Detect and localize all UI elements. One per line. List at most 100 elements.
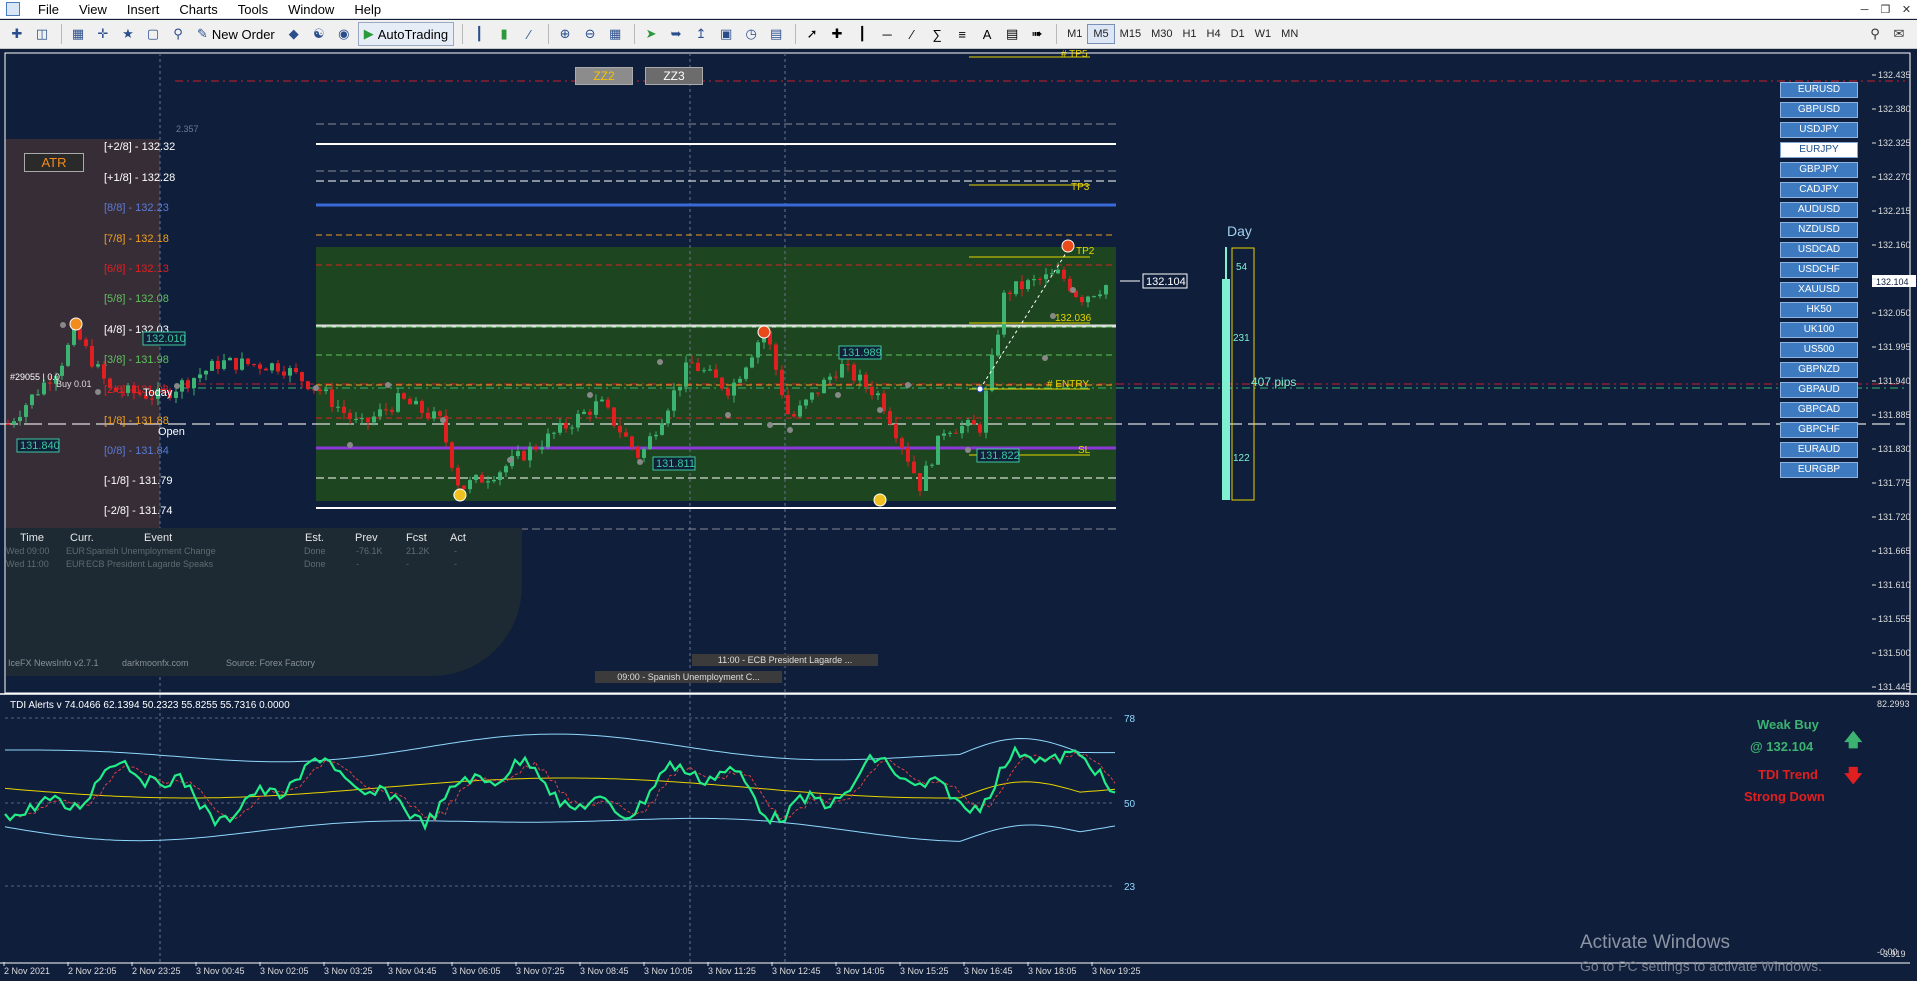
search-icon[interactable]: ⚲ <box>1864 22 1886 46</box>
bar-chart-icon[interactable]: ┃ <box>468 22 490 46</box>
menu-insert[interactable]: Insert <box>117 0 170 19</box>
menu-tools[interactable]: Tools <box>228 0 278 19</box>
zoom-out-icon[interactable]: ⊖ <box>579 22 601 46</box>
zigzag-point <box>587 392 593 398</box>
new-chart-icon[interactable]: ✚ <box>6 22 28 46</box>
menu-charts[interactable]: Charts <box>169 0 227 19</box>
timeframe-d1[interactable]: D1 <box>1226 24 1250 44</box>
menu-file[interactable]: File <box>28 0 69 19</box>
symbol-usdcad[interactable]: USDCAD <box>1780 242 1858 258</box>
candle-bull <box>942 433 946 436</box>
menu-view[interactable]: View <box>69 0 117 19</box>
menu-window[interactable]: Window <box>278 0 344 19</box>
symbol-gbpusd[interactable]: GBPUSD <box>1780 102 1858 118</box>
candle-bull <box>24 405 28 417</box>
timeframe-h4[interactable]: H4 <box>1202 24 1226 44</box>
data-window-icon[interactable]: ✛ <box>92 22 114 46</box>
autotrading-label: AutoTrading <box>377 26 449 42</box>
symbol-euraud[interactable]: EURAUD <box>1780 442 1858 458</box>
vps-icon[interactable]: ◉ <box>333 22 355 46</box>
terminal-icon[interactable]: ▢ <box>142 22 164 46</box>
candle-bull <box>192 378 196 389</box>
timeframe-m15[interactable]: M15 <box>1115 24 1146 44</box>
navigator-icon[interactable]: ★ <box>117 22 139 46</box>
candle-bear <box>216 360 220 369</box>
price-chart[interactable]: [+2/8] - 132.32 [+1/8] - 132.28 [8/8] - 13… <box>0 50 1917 981</box>
symbol-uk100[interactable]: UK100 <box>1780 322 1858 338</box>
channel-icon[interactable]: ∑ <box>926 22 948 46</box>
timeframe-m1[interactable]: M1 <box>1062 24 1087 44</box>
profiles-icon[interactable]: ◫ <box>31 22 53 46</box>
chat-icon[interactable]: ✉ <box>1888 22 1910 46</box>
vertical-line-icon[interactable]: ┃ <box>851 22 873 46</box>
zz2-button[interactable]: ZZ2 <box>575 67 633 85</box>
trendline-icon[interactable]: ∕ <box>901 22 923 46</box>
symbol-cadjpy[interactable]: CADJPY <box>1780 182 1858 198</box>
timeframe-w1[interactable]: W1 <box>1250 24 1277 44</box>
zigzag-marker <box>873 493 887 507</box>
symbol-gbpchf[interactable]: GBPCHF <box>1780 422 1858 438</box>
symbol-usdjpy[interactable]: USDJPY <box>1780 122 1858 138</box>
minimize-icon[interactable]: ─ <box>1854 0 1875 19</box>
timeframe-m30[interactable]: M30 <box>1146 24 1177 44</box>
restore-icon[interactable]: ❐ <box>1875 0 1896 19</box>
symbol-gbpaud[interactable]: GBPAUD <box>1780 382 1858 398</box>
autotrading-button[interactable]: ▶ AutoTrading <box>357 22 455 46</box>
zigzag-marker <box>69 317 83 331</box>
symbol-eurgbp[interactable]: EURGBP <box>1780 462 1858 478</box>
new-order-button[interactable]: ✎ New Order <box>192 22 280 46</box>
symbol-nzdusd[interactable]: NZDUSD <box>1780 222 1858 238</box>
line-chart-icon[interactable]: ∕ <box>518 22 540 46</box>
cursor-icon[interactable]: ➚ <box>801 22 823 46</box>
horizontal-line-icon[interactable]: ─ <box>876 22 898 46</box>
symbol-gbpcad[interactable]: GBPCAD <box>1780 402 1858 418</box>
candle-bull <box>174 391 178 398</box>
arrows-icon[interactable]: ➠ <box>1026 22 1048 46</box>
chart-template-icon[interactable]: ▤ <box>765 22 787 46</box>
candle-bull <box>984 390 988 433</box>
symbol-eurusd[interactable]: EURUSD <box>1780 82 1858 98</box>
auto-scroll-icon[interactable]: ➤ <box>640 22 662 46</box>
candle-bear <box>282 371 286 376</box>
templates-icon[interactable]: ▣ <box>715 22 737 46</box>
timeframe-m5[interactable]: M5 <box>1087 24 1115 44</box>
level-132036-label: 132.036 <box>1055 313 1092 324</box>
text-label-icon[interactable]: ▤ <box>1001 22 1023 46</box>
text-icon[interactable]: A <box>976 22 998 46</box>
periods-icon[interactable]: ◷ <box>740 22 762 46</box>
toolbar: ✚ ◫ ▦ ✛ ★ ▢ ⚲ ✎ New Order ◆ ☯ ◉ ▶ AutoTrad… <box>0 20 1917 49</box>
close-icon[interactable]: ✕ <box>1896 0 1917 19</box>
symbol-xauusd[interactable]: XAUUSD <box>1780 282 1858 298</box>
zoom-in-icon[interactable]: ⊕ <box>554 22 576 46</box>
zz3-button[interactable]: ZZ3 <box>645 67 703 85</box>
signals-icon[interactable]: ☯ <box>308 22 330 46</box>
candle-bull <box>828 376 832 380</box>
symbol-us500[interactable]: US500 <box>1780 342 1858 358</box>
news-footer-site[interactable]: darkmoonfx.com <box>122 658 189 668</box>
metaeditor-icon[interactable]: ◆ <box>283 22 305 46</box>
menu-help[interactable]: Help <box>344 0 391 19</box>
symbol-gbpjpy[interactable]: GBPJPY <box>1780 162 1858 178</box>
symbol-hk50[interactable]: HK50 <box>1780 302 1858 318</box>
murrey-label: [+1/8] - 132.28 <box>104 172 175 184</box>
candle-bull <box>66 344 70 366</box>
timeframe-h1[interactable]: H1 <box>1177 24 1201 44</box>
chart-shift-icon[interactable]: ➥ <box>665 22 687 46</box>
market-watch-icon[interactable]: ▦ <box>67 22 89 46</box>
symbol-usdchf[interactable]: USDCHF <box>1780 262 1858 278</box>
symbol-gbpnzd[interactable]: GBPNZD <box>1780 362 1858 378</box>
strategy-tester-icon[interactable]: ⚲ <box>167 22 189 46</box>
tile-windows-icon[interactable]: ▦ <box>604 22 626 46</box>
candlestick-icon[interactable]: ▮ <box>493 22 515 46</box>
fibonacci-icon[interactable]: ≡ <box>951 22 973 46</box>
symbol-eurjpy[interactable]: EURJPY <box>1780 142 1858 158</box>
timeframe-mn[interactable]: MN <box>1276 24 1303 44</box>
indicators-icon[interactable]: ↥ <box>690 22 712 46</box>
symbol-audusd[interactable]: AUDUSD <box>1780 202 1858 218</box>
zigzag-point <box>1042 355 1048 361</box>
candle-bear <box>246 358 250 365</box>
news-row-2-event: ECB President Lagarde Speaks <box>86 559 214 569</box>
atr-button[interactable]: ATR <box>24 153 84 172</box>
zigzag-point <box>657 359 663 365</box>
crosshair-icon[interactable]: ✚ <box>826 22 848 46</box>
